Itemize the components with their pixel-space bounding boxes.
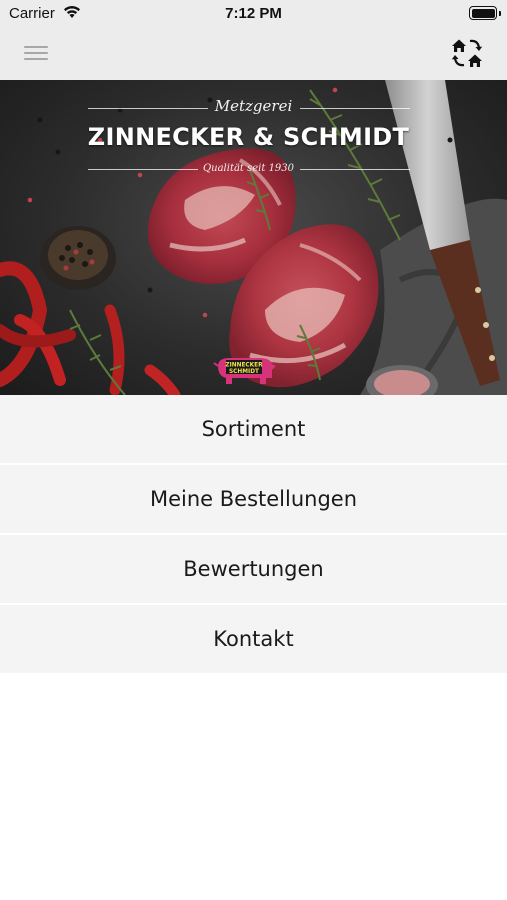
logo-badge-line-1: ZINNECKER	[225, 363, 263, 369]
menu-item-bewertungen[interactable]: Bewertungen	[0, 535, 507, 603]
menu-item-meine-bestellungen[interactable]: Meine Bestellungen	[0, 465, 507, 533]
menu-item-sortiment[interactable]: Sortiment	[0, 395, 507, 463]
hamburger-menu-icon[interactable]	[24, 44, 50, 64]
brand-prefix: Metzgerei	[214, 97, 293, 115]
clock: 7:12 PM	[225, 5, 282, 22]
status-bar: Carrier 7:12 PM	[0, 0, 507, 28]
menu-item-kontakt[interactable]: Kontakt	[0, 605, 507, 673]
house-switch-icon[interactable]	[449, 35, 485, 71]
brand-tagline: Qualität seit 1930	[202, 163, 295, 174]
logo-badge-line-2: SCHMIDT	[229, 369, 259, 375]
hero-banner: Metzgerei ZINNECKER & SCHMIDT Qualität s…	[0, 80, 507, 395]
navigation-bar	[0, 28, 507, 80]
battery-icon	[469, 6, 501, 20]
brand-name: ZINNECKER & SCHMIDT	[87, 123, 410, 151]
butcher-pig-logo: ZINNECKER SCHMIDT	[213, 358, 276, 384]
main-menu: Sortiment Meine Bestellungen Bewertungen…	[0, 395, 507, 675]
